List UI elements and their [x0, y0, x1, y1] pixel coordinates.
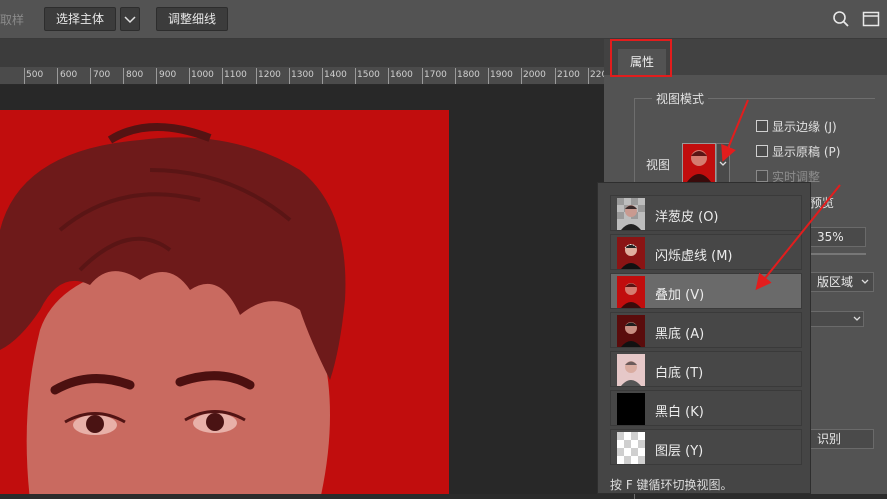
annotation-arrows	[721, 99, 841, 291]
arrow-to-view-dropdown	[721, 99, 749, 162]
arrow-to-overlay-option	[755, 184, 841, 291]
